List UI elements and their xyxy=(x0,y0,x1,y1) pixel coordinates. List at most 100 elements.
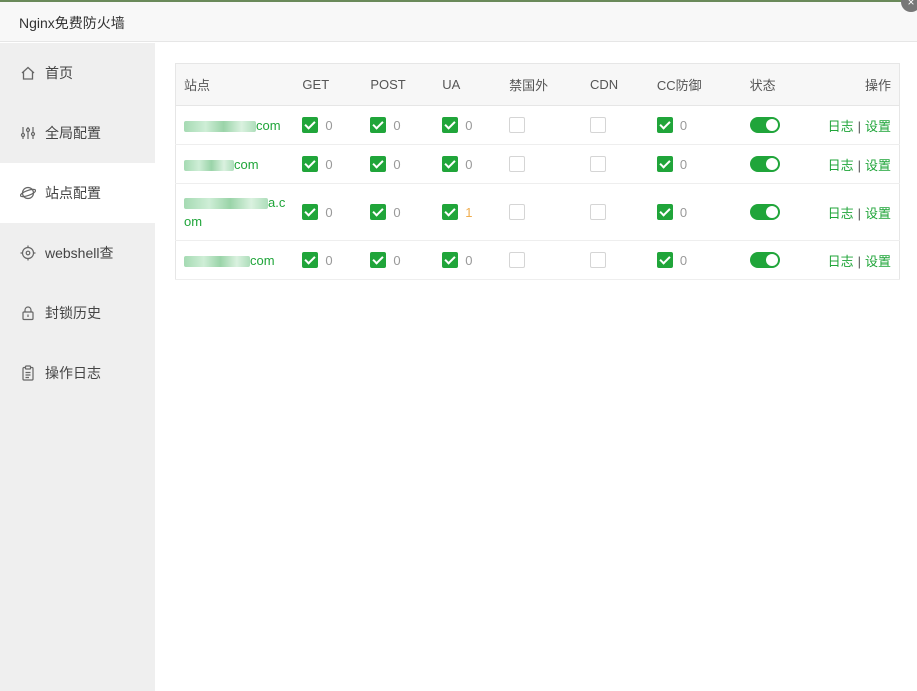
status-toggle[interactable] xyxy=(749,252,780,269)
ua-checkbox[interactable] xyxy=(442,156,459,173)
cc-checkbox[interactable] xyxy=(656,156,673,173)
get-count: 0 xyxy=(325,204,333,220)
ua-checkbox[interactable] xyxy=(442,117,459,134)
ua-count: 0 xyxy=(465,117,473,133)
log-link[interactable]: 日志 xyxy=(828,119,854,134)
action-separator: | xyxy=(857,205,861,221)
post-checkbox[interactable] xyxy=(370,252,387,269)
site-link[interactable]: com xyxy=(184,116,281,135)
block-foreign-checkbox[interactable] xyxy=(509,117,526,134)
get-checkbox[interactable] xyxy=(302,117,319,134)
cdn-checkbox[interactable] xyxy=(589,117,606,134)
post-count: 0 xyxy=(393,156,401,172)
cdn-checkbox[interactable] xyxy=(589,204,606,221)
post-checkbox[interactable] xyxy=(370,204,387,221)
post-checkbox[interactable] xyxy=(370,117,387,134)
table-header-row: 站点 GET POST UA 禁国外 CDN CC防御 状态 操作 xyxy=(175,63,900,106)
settings-link[interactable]: 设置 xyxy=(865,254,891,269)
cc-checkbox[interactable] xyxy=(656,204,673,221)
get-count: 0 xyxy=(325,117,333,133)
get-checkbox[interactable] xyxy=(302,204,319,221)
site-config-table: 站点 GET POST UA 禁国外 CDN CC防御 状态 操作 com 0 … xyxy=(175,63,900,280)
sidebar-item-webshell[interactable]: webshell查 xyxy=(0,223,155,283)
header-block-foreign: 禁国外 xyxy=(501,63,582,106)
log-link[interactable]: 日志 xyxy=(828,254,854,269)
site-cell: com xyxy=(175,105,295,145)
get-checkbox[interactable] xyxy=(302,156,319,173)
block-foreign-cell xyxy=(501,183,582,241)
header-ua: UA xyxy=(434,63,502,106)
sidebar-item-global-config[interactable]: 全局配置 xyxy=(0,103,155,163)
settings-link[interactable]: 设置 xyxy=(865,206,891,221)
post-cell: 0 xyxy=(362,105,435,145)
sidebar-item-home[interactable]: 首页 xyxy=(0,43,155,103)
action-separator: | xyxy=(857,157,861,173)
cdn-cell xyxy=(581,105,649,145)
cc-cell: 0 xyxy=(648,240,742,280)
main-panel: 站点 GET POST UA 禁国外 CDN CC防御 状态 操作 com 0 … xyxy=(155,43,917,691)
status-toggle[interactable] xyxy=(749,117,780,134)
header-cc: CC防御 xyxy=(648,63,742,106)
redacted-site-name xyxy=(184,120,256,132)
get-cell: 0 xyxy=(294,183,363,241)
get-checkbox[interactable] xyxy=(302,252,319,269)
status-toggle[interactable] xyxy=(749,156,780,173)
header-site: 站点 xyxy=(175,63,295,106)
site-link[interactable]: com xyxy=(184,251,275,270)
table-row: com 0 0 0 0 日志 | 设置 xyxy=(175,144,900,184)
window-title: Nginx免费防火墙 xyxy=(19,15,125,31)
block-foreign-cell xyxy=(501,105,582,145)
status-cell xyxy=(741,105,810,145)
table-row: com 0 0 0 0 日志 | 设置 xyxy=(175,240,900,280)
cdn-checkbox[interactable] xyxy=(589,252,606,269)
ua-checkbox[interactable] xyxy=(442,252,459,269)
sidebar-item-label: 全局配置 xyxy=(45,125,101,141)
table-row: com 0 0 0 0 日志 | 设置 xyxy=(175,105,900,145)
sidebar-item-label: 首页 xyxy=(45,65,73,81)
log-link[interactable]: 日志 xyxy=(828,158,854,173)
actions-cell: 日志 | 设置 xyxy=(809,105,900,145)
status-cell xyxy=(741,183,810,241)
cdn-checkbox[interactable] xyxy=(589,156,606,173)
action-separator: | xyxy=(857,118,861,134)
post-cell: 0 xyxy=(362,183,435,241)
ua-count: 0 xyxy=(465,156,473,172)
sidebar-item-operation-log[interactable]: 操作日志 xyxy=(0,343,155,403)
block-foreign-checkbox[interactable] xyxy=(509,252,526,269)
redacted-site-name xyxy=(184,159,234,171)
site-link[interactable]: a.c om xyxy=(184,193,285,231)
cc-checkbox[interactable] xyxy=(656,252,673,269)
post-checkbox[interactable] xyxy=(370,156,387,173)
table-row: a.c om 0 0 1 0 日志 | 设置 xyxy=(175,183,900,241)
settings-link[interactable]: 设置 xyxy=(865,119,891,134)
sidebar-item-label: webshell查 xyxy=(45,245,114,261)
header-post: POST xyxy=(362,63,435,106)
site-link[interactable]: com xyxy=(184,155,259,174)
ua-checkbox[interactable] xyxy=(442,204,459,221)
header-actions: 操作 xyxy=(809,63,900,106)
block-foreign-cell xyxy=(501,240,582,280)
cc-checkbox[interactable] xyxy=(656,117,673,134)
block-foreign-checkbox[interactable] xyxy=(509,156,526,173)
sidebar-item-site-config[interactable]: 站点配置 xyxy=(0,163,155,223)
get-cell: 0 xyxy=(294,105,363,145)
redacted-site-name xyxy=(184,255,250,267)
block-foreign-checkbox[interactable] xyxy=(509,204,526,221)
settings-link[interactable]: 设置 xyxy=(865,158,891,173)
globe-icon xyxy=(20,185,36,201)
get-cell: 0 xyxy=(294,240,363,280)
cdn-cell xyxy=(581,144,649,184)
ua-cell: 1 xyxy=(434,183,502,241)
cc-count: 0 xyxy=(679,204,688,220)
sidebar-item-label: 封锁历史 xyxy=(45,305,101,321)
ua-cell: 0 xyxy=(434,240,502,280)
ua-count: 0 xyxy=(465,252,473,268)
sidebar-item-block-history[interactable]: 封锁历史 xyxy=(0,283,155,343)
target-icon xyxy=(20,245,36,261)
cc-count: 0 xyxy=(679,117,688,133)
get-count: 0 xyxy=(325,156,333,172)
log-link[interactable]: 日志 xyxy=(828,206,854,221)
home-icon xyxy=(20,65,36,81)
status-toggle[interactable] xyxy=(749,204,780,221)
post-cell: 0 xyxy=(362,144,435,184)
